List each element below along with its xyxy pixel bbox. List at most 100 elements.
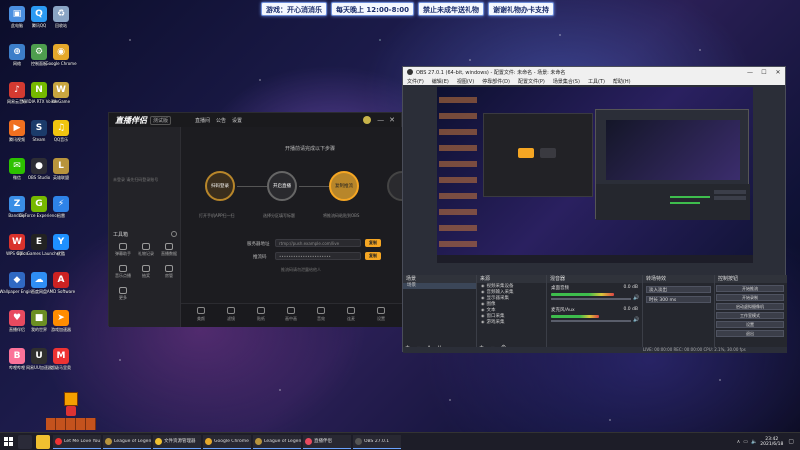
live-steps-header: 开播前请完成以下步骤 xyxy=(285,146,336,152)
obs-docks: 场景 场景 + − ∧ ∨ 来源 ◉视频采集设备◉音频输入采集◉显示器采集◉图像… xyxy=(403,275,787,353)
visibility-eye-icon[interactable]: ◉ xyxy=(481,319,485,324)
obs-menu-item[interactable]: 配置文件(P) xyxy=(518,78,545,85)
minimize-icon[interactable]: — xyxy=(377,116,384,124)
desktop-icon[interactable]: W WeGame xyxy=(48,82,74,116)
avatar[interactable] xyxy=(363,116,372,124)
taskbar-task[interactable]: League of Legends xyxy=(103,434,151,449)
transition-select[interactable]: 淡入淡出 xyxy=(646,286,711,293)
mixer-slider-desktop[interactable] xyxy=(551,298,631,300)
bottom-tool-button[interactable]: 音效 xyxy=(309,307,333,325)
taskbar-task[interactable]: Let Me Love You xyxy=(53,434,101,449)
stream-key-field[interactable]: •••••••••••••••••••••• xyxy=(275,252,361,260)
tool-tile[interactable]: 更多 xyxy=(113,287,133,303)
taskbar-task[interactable]: 直播伴侣 xyxy=(303,434,351,449)
taskbar-task[interactable]: Google Chrome xyxy=(203,434,251,449)
obs-menu-item[interactable]: 停靠部件(D) xyxy=(482,78,510,85)
visibility-eye-icon[interactable]: ◉ xyxy=(481,295,485,300)
taskbar-search-icon[interactable] xyxy=(18,434,32,449)
step-circle-start-live[interactable]: 开启直播 xyxy=(267,171,297,201)
tool-tile[interactable]: 音乐点播 xyxy=(113,265,133,281)
bottom-tool-label: 画中画 xyxy=(285,316,297,321)
obs-menu-item[interactable]: 场景集合(S) xyxy=(553,78,580,85)
desktop-icon-label: 网络 xyxy=(13,61,21,66)
live-tab-settings[interactable]: 设置 xyxy=(232,117,242,124)
desktop-icon[interactable]: ➤ 游戏加速器 xyxy=(48,310,74,344)
transition-duration[interactable]: 时长 300 ms xyxy=(646,296,711,303)
visibility-eye-icon[interactable]: ◉ xyxy=(481,307,485,312)
tray-network-icon[interactable]: ▭ xyxy=(743,439,748,445)
desktop-icon[interactable]: A AMD Software xyxy=(47,272,75,306)
notification-icon[interactable]: ▢ xyxy=(788,438,794,445)
visibility-eye-icon[interactable]: ◉ xyxy=(481,301,485,306)
desktop-icon-label: 百度网盘 xyxy=(31,289,47,294)
bottom-tool-button[interactable]: 画中画 xyxy=(279,307,303,325)
tool-label: 房管 xyxy=(165,273,173,278)
visibility-eye-icon[interactable]: ◉ xyxy=(481,289,485,294)
visibility-eye-icon[interactable]: ◉ xyxy=(481,313,485,318)
server-address-field[interactable]: rtmp://push.example.com/live xyxy=(275,239,361,247)
obs-maximize-button[interactable]: ☐ xyxy=(757,69,771,76)
desktop-icon[interactable]: ♻ 回收站 xyxy=(48,6,74,40)
obs-preview-canvas[interactable] xyxy=(437,87,753,263)
desktop-icon-label: 游戏加速器 xyxy=(51,327,71,332)
taskbar-explorer-icon[interactable] xyxy=(36,434,50,449)
mixer-mute-mic-icon[interactable]: 🔊 xyxy=(633,317,639,323)
tool-tile[interactable]: 抽奖 xyxy=(136,265,156,281)
taskbar-task[interactable]: 文件资源管理器 xyxy=(153,434,201,449)
app-icon: W xyxy=(9,234,25,250)
mixer-channel-desktop-value: 0.0 dB xyxy=(623,285,638,290)
obs-menu-item[interactable]: 工具(T) xyxy=(588,78,605,85)
start-button[interactable] xyxy=(0,433,16,450)
tool-tile[interactable]: 直播数据 xyxy=(159,243,179,259)
bottom-tool-button[interactable]: 连麦 xyxy=(339,307,363,325)
obs-close-button[interactable]: ✕ xyxy=(771,69,785,76)
desktop-icon[interactable]: Y 优酷 xyxy=(48,234,74,268)
bottom-tool-button[interactable]: 贴纸 xyxy=(249,307,273,325)
obs-menu-item[interactable]: 帮助(H) xyxy=(613,78,631,85)
live-tab-notice[interactable]: 公告 xyxy=(216,117,226,124)
obs-control-button[interactable]: 开始推流 xyxy=(716,285,784,292)
obs-control-button[interactable]: 开始录制 xyxy=(716,294,784,301)
bottom-tool-button[interactable]: 设置 xyxy=(369,307,393,325)
obs-menu-item[interactable]: 编辑(E) xyxy=(432,78,449,85)
mixer-mute-desktop-icon[interactable]: 🔊 xyxy=(633,295,639,301)
mixer-slider-mic[interactable] xyxy=(551,320,631,322)
taskbar-task[interactable]: OBS 27.0.1 xyxy=(353,434,401,449)
obs-control-button[interactable]: 设置 xyxy=(716,321,784,328)
obs-menu-item[interactable]: 文件(F) xyxy=(407,78,424,85)
copy-server-button[interactable]: 复制 xyxy=(365,239,381,247)
tool-tile[interactable]: 房管 xyxy=(159,265,179,281)
task-title: Google Chrome xyxy=(214,438,249,444)
obs-control-button[interactable]: 启动虚拟摄像机 xyxy=(716,303,784,310)
desktop-icon[interactable]: ♫ QQ音乐 xyxy=(48,120,74,154)
desktop-icon[interactable]: M 超级马里奥 xyxy=(48,348,74,382)
obs-minimize-button[interactable]: — xyxy=(743,69,757,76)
tool-tile[interactable]: 礼物记录 xyxy=(136,243,156,259)
obs-control-button[interactable]: 退出 xyxy=(716,330,784,337)
bottom-tool-button[interactable]: 滤镜 xyxy=(219,307,243,325)
sidebar-section-info-icon[interactable] xyxy=(171,231,177,237)
taskbar-clock[interactable]: 23:42 2021/6/18 xyxy=(760,437,783,447)
desktop-icon[interactable]: L 英雄联盟 xyxy=(48,158,74,192)
desktop-icon[interactable]: ⚡ 迅雷 xyxy=(48,196,74,230)
live-tab-room[interactable]: 直播间 xyxy=(195,117,210,124)
scene-item[interactable]: 场景 xyxy=(403,283,476,289)
obs-menu-item[interactable]: 视图(V) xyxy=(457,78,474,85)
obs-window[interactable]: OBS 27.0.1 (64-bit, windows) - 配置文件: 未命名… xyxy=(402,66,787,353)
close-icon[interactable]: ✕ xyxy=(389,116,395,124)
step-circle-copy-key[interactable]: 复制推流 xyxy=(329,171,359,201)
obs-control-button[interactable]: 工作室模式 xyxy=(716,312,784,319)
taskbar-task[interactable]: League of Legends xyxy=(253,434,301,449)
step-circle-login[interactable]: 扫码登录 xyxy=(205,171,235,201)
live-companion-window[interactable]: 直播伴侣 测试版 直播间 公告 设置 — ✕ 未登录 请先扫码登录账号 工具箱 … xyxy=(108,112,417,327)
tool-tile[interactable]: 弹幕助手 xyxy=(113,243,133,259)
desktop-icon[interactable]: ◉ Google Chrome xyxy=(45,44,77,78)
tray-volume-icon[interactable]: 🔈 xyxy=(751,439,757,445)
app-icon: ✉ xyxy=(9,158,25,174)
app-icon: Q xyxy=(31,6,47,22)
visibility-eye-icon[interactable]: ◉ xyxy=(481,283,485,288)
tray-arrow-icon[interactable]: ∧ xyxy=(737,439,741,445)
bottom-tool-button[interactable]: 美颜 xyxy=(189,307,213,325)
source-item[interactable]: ◉ 游戏采集 xyxy=(477,319,546,325)
copy-key-button[interactable]: 复制 xyxy=(365,252,381,260)
